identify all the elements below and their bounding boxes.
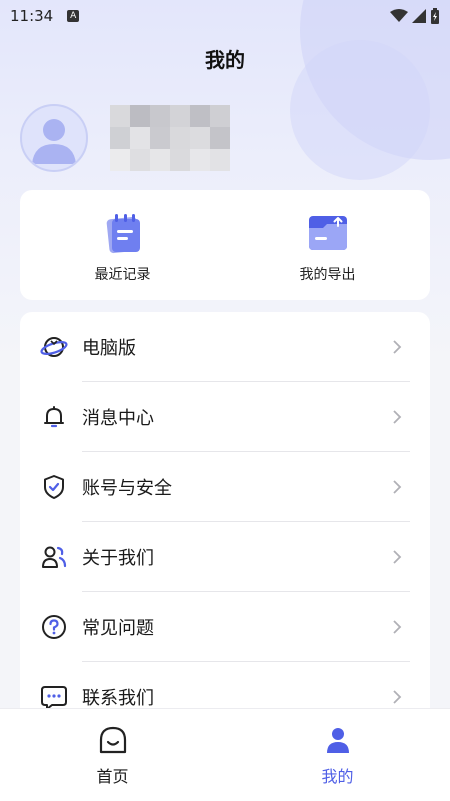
bell-icon xyxy=(40,403,68,431)
user-avatar-icon[interactable] xyxy=(20,104,88,172)
menu-list: 电脑版 消息中心 账号与安全 关于我们 常见问题 联系我们 xyxy=(20,312,430,732)
menu-item-faq[interactable]: 常见问题 xyxy=(20,592,430,662)
home-face-icon xyxy=(99,726,126,754)
menu-label: 常见问题 xyxy=(82,618,154,639)
menu-item-account-security[interactable]: 账号与安全 xyxy=(20,452,430,522)
status-bar: 11:34 A xyxy=(0,0,450,32)
bottom-tab-bar: 首页 我的 xyxy=(0,708,450,801)
chevron-right-icon xyxy=(393,410,402,424)
menu-label: 消息中心 xyxy=(82,408,154,429)
menu-item-messages[interactable]: 消息中心 xyxy=(20,382,430,452)
nickname-blurred xyxy=(110,105,230,171)
profile-icon xyxy=(326,728,349,753)
recent-records-button[interactable]: 最近记录 xyxy=(20,190,225,300)
recent-records-label: 最近记录 xyxy=(94,267,151,283)
folder-export-icon xyxy=(308,216,347,250)
my-exports-button[interactable]: 我的导出 xyxy=(225,190,430,300)
page-title: 我的 xyxy=(205,48,245,72)
chevron-right-icon xyxy=(393,480,402,494)
chevron-right-icon xyxy=(393,690,402,704)
menu-item-desktop[interactable]: 电脑版 xyxy=(20,312,430,382)
my-exports-label: 我的导出 xyxy=(299,267,356,283)
quick-actions-card: 最近记录 我的导出 xyxy=(20,190,430,300)
planet-icon xyxy=(40,333,68,361)
wifi-icon xyxy=(390,9,408,22)
battery-icon xyxy=(431,8,439,24)
menu-label: 电脑版 xyxy=(82,338,136,359)
people-icon xyxy=(40,543,68,571)
menu-label: 账号与安全 xyxy=(82,478,172,499)
tab-home[interactable]: 首页 xyxy=(0,709,225,801)
notebook-icon xyxy=(106,214,140,254)
chat-icon xyxy=(40,683,68,711)
tab-mine-label: 我的 xyxy=(321,767,354,786)
status-time: 11:34 xyxy=(10,7,54,25)
signal-icon xyxy=(412,9,426,23)
menu-item-about-us[interactable]: 关于我们 xyxy=(20,522,430,592)
a-icon: A xyxy=(67,10,80,22)
menu-label: 联系我们 xyxy=(82,688,154,709)
chevron-right-icon xyxy=(393,340,402,354)
menu-label: 关于我们 xyxy=(82,548,154,569)
question-icon xyxy=(40,613,68,641)
profile-section[interactable] xyxy=(20,104,230,172)
shield-check-icon xyxy=(40,473,68,501)
tab-home-label: 首页 xyxy=(96,767,129,786)
chevron-right-icon xyxy=(393,620,402,634)
chevron-right-icon xyxy=(393,550,402,564)
tab-mine[interactable]: 我的 xyxy=(225,709,450,801)
